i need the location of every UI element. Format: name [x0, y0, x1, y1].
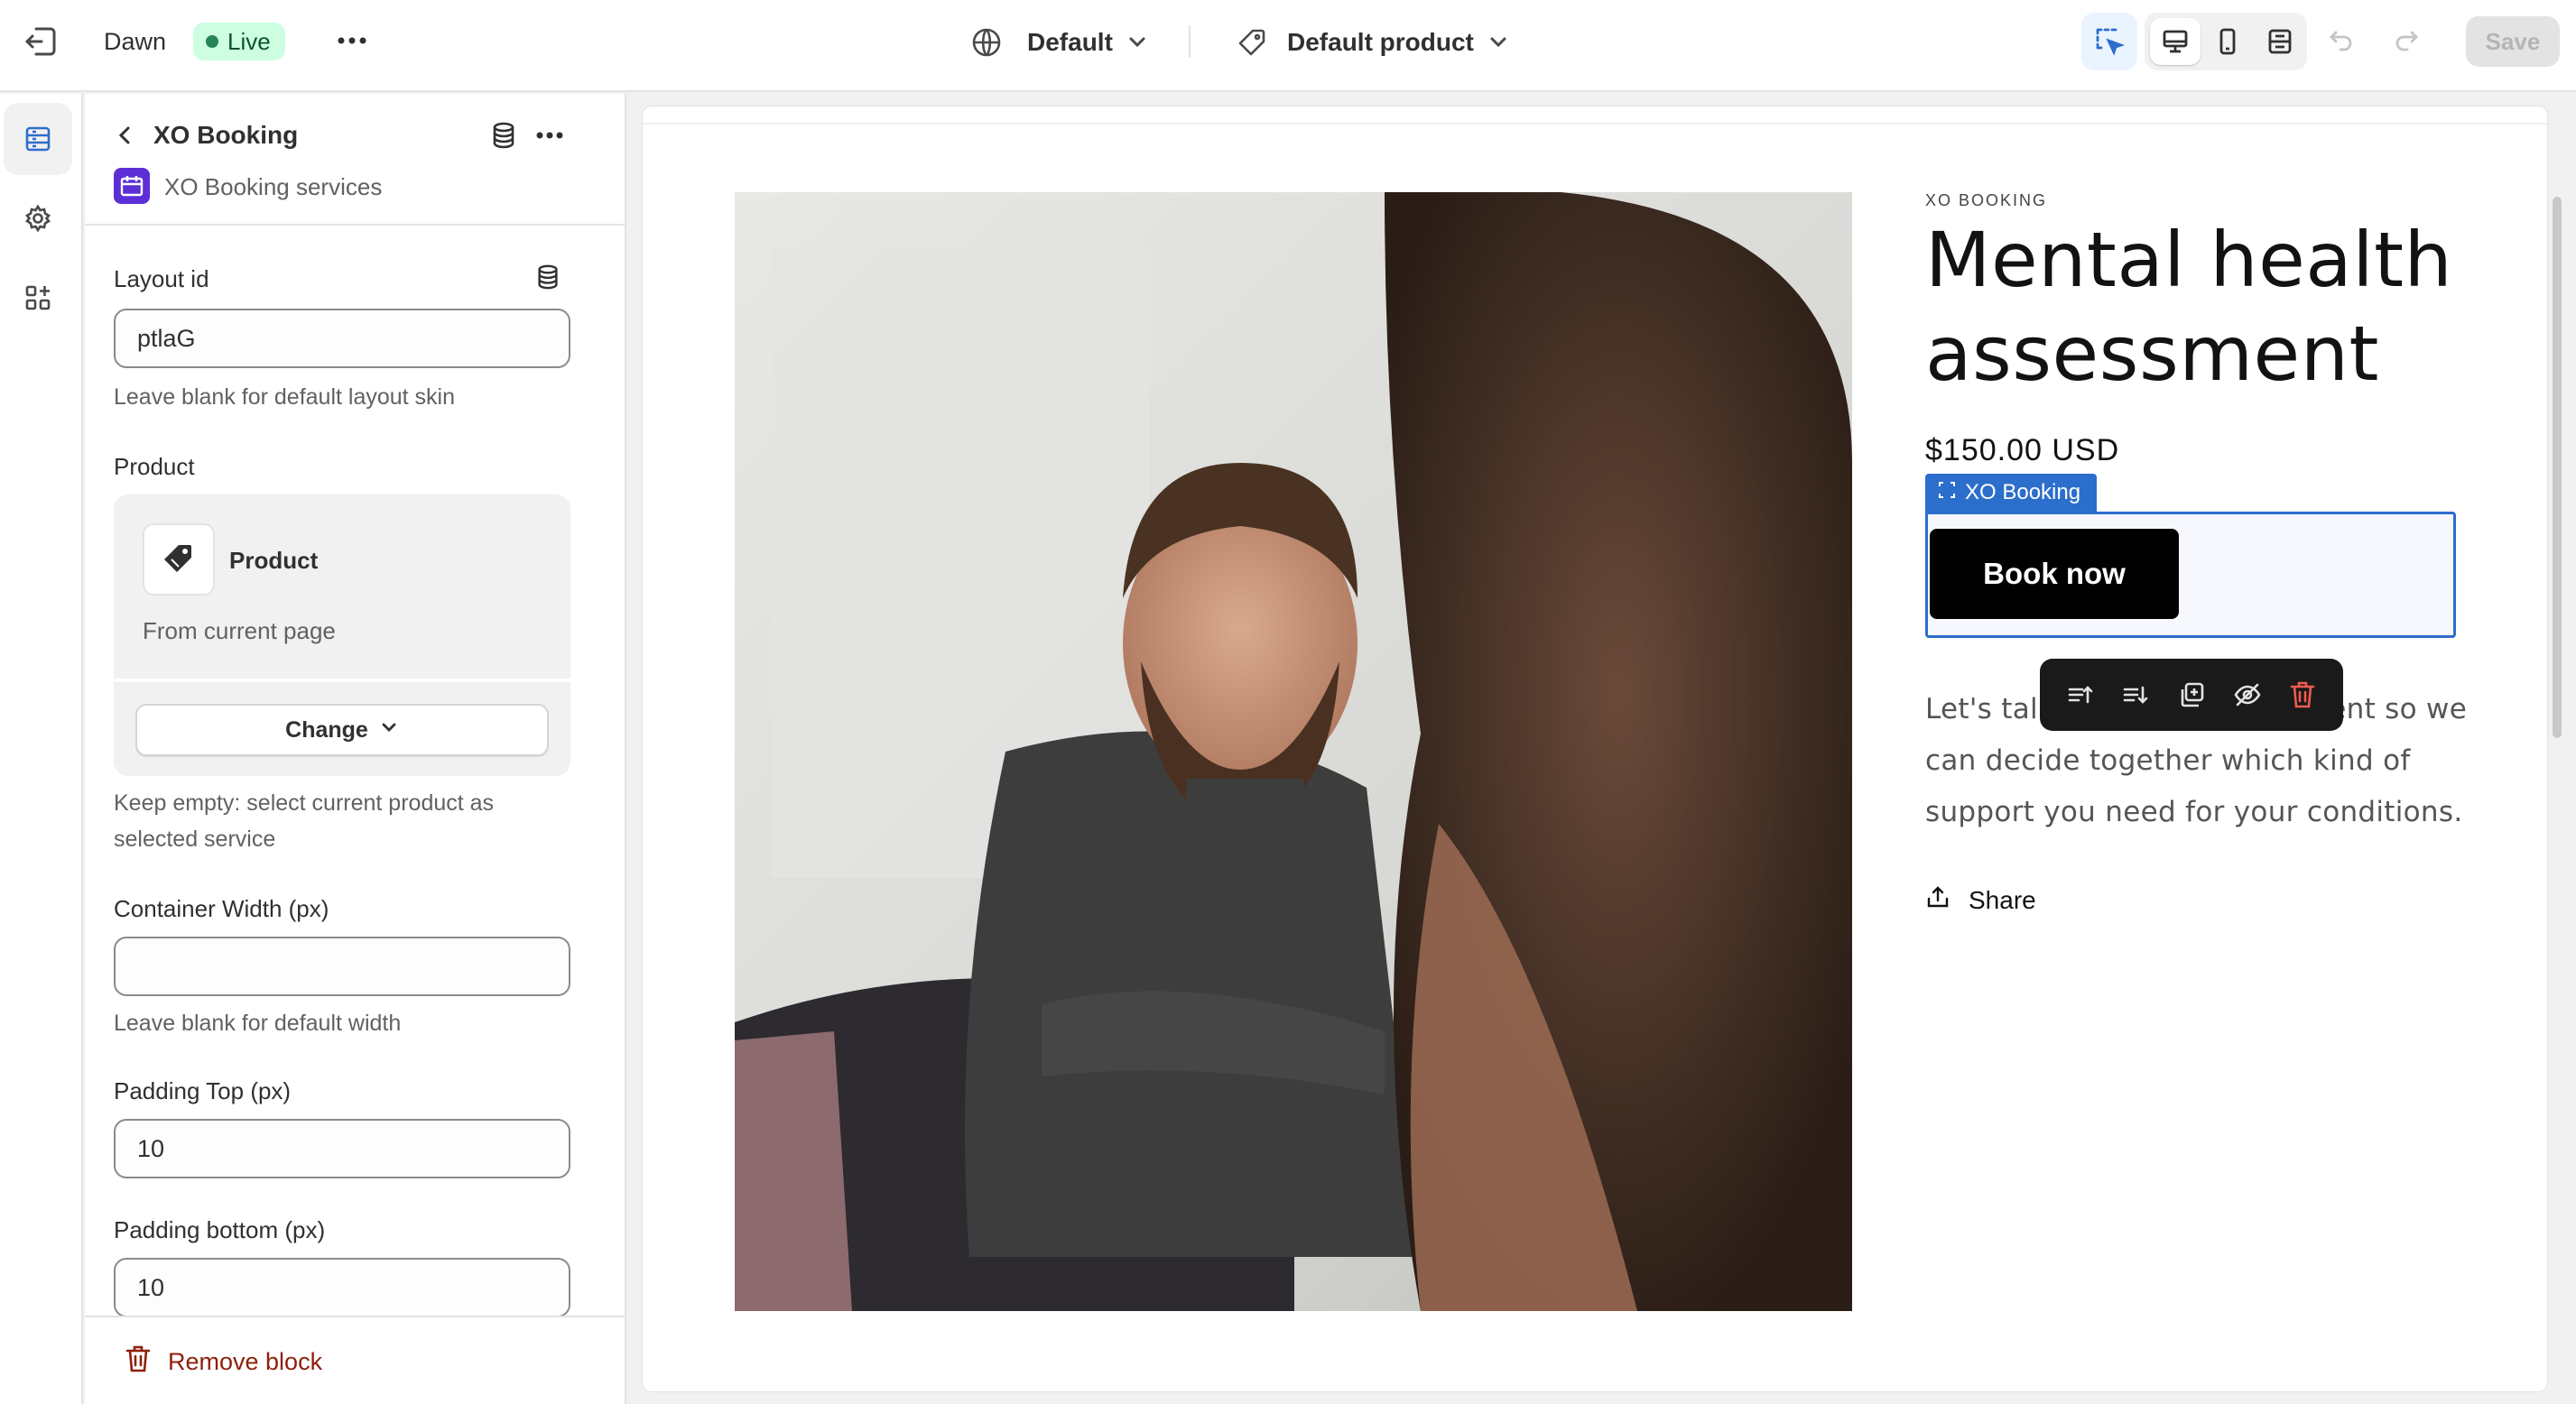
layout-id-input[interactable]: ptlaG [114, 309, 570, 368]
product-selector[interactable]: Default product [1237, 25, 1510, 60]
product-name: Product [229, 547, 319, 574]
change-product-button[interactable]: Change [135, 704, 549, 756]
divider [114, 679, 570, 682]
product-vendor: XO BOOKING [1925, 191, 2048, 209]
canvas-scrollbar[interactable] [2553, 197, 2562, 738]
divider [643, 123, 2547, 125]
product-label: Product [114, 453, 195, 480]
more-horizontal-icon[interactable] [534, 121, 565, 154]
block-frame-icon [1938, 480, 1956, 505]
more-horizontal-icon[interactable] [336, 27, 368, 54]
layout-id-label: Layout id [114, 265, 209, 292]
chevron-down-icon [1487, 31, 1510, 54]
container-width-label: Container Width (px) [114, 895, 329, 922]
dynamic-source-icon[interactable] [534, 263, 561, 295]
select-cursor-icon [2094, 26, 2125, 57]
live-dot-icon [206, 35, 218, 48]
container-width-help: Leave blank for default width [114, 1011, 402, 1036]
remove-block-label: Remove block [168, 1348, 323, 1375]
hide-icon[interactable] [2222, 670, 2273, 720]
sections-icon[interactable] [4, 103, 72, 175]
share-label: Share [1969, 885, 2036, 914]
back-arrow-icon[interactable] [110, 121, 139, 154]
padding-bottom-input[interactable]: 10 [114, 1258, 570, 1317]
product-selector-label: Default product [1287, 28, 1474, 56]
book-now-button[interactable]: Book now [1930, 529, 2179, 619]
product-tag-icon [143, 523, 215, 596]
padding-top-label: Padding Top (px) [114, 1077, 292, 1104]
full-width-view-button[interactable] [2255, 18, 2305, 65]
settings-icon[interactable] [4, 182, 72, 254]
theme-name: Dawn [104, 27, 167, 55]
mobile-icon [2214, 28, 2241, 55]
product-picker-card: Product From current page Change [114, 494, 570, 776]
inspector-toggle-button[interactable] [2081, 13, 2137, 70]
redo-icon[interactable] [2392, 27, 2421, 56]
delete-icon[interactable] [2277, 670, 2328, 720]
share-button[interactable]: Share [1925, 884, 2036, 916]
globe-icon [971, 27, 1002, 58]
panel-footer: Remove block [85, 1316, 625, 1404]
product-source: From current page [143, 617, 336, 644]
padding-top-input[interactable]: 10 [114, 1119, 570, 1178]
padding-bottom-label: Padding bottom (px) [114, 1216, 326, 1243]
exit-icon[interactable] [23, 25, 58, 58]
expand-icon [2266, 28, 2293, 55]
viewport-switcher [2145, 13, 2307, 70]
selected-block-tag[interactable]: XO Booking [1925, 474, 2098, 512]
block-tag-label: XO Booking [1965, 480, 2081, 504]
change-product-label: Change [285, 716, 368, 743]
trash-icon [125, 1344, 152, 1380]
sidebar-rail [0, 94, 83, 1404]
move-down-icon[interactable] [2110, 670, 2161, 720]
chevron-down-icon [379, 717, 399, 744]
status-badge: Live [193, 23, 285, 60]
template-selector[interactable]: Default [971, 25, 1149, 60]
duplicate-icon[interactable] [2166, 670, 2217, 720]
save-button[interactable]: Save [2466, 16, 2560, 67]
layout-id-help: Leave blank for default layout skin [114, 384, 456, 410]
status-label: Live [227, 27, 271, 55]
container-width-input[interactable] [114, 937, 570, 996]
tag-icon [1237, 27, 1267, 58]
product-price: $150.00 USD [1925, 433, 2120, 467]
dynamic-source-icon[interactable] [489, 121, 518, 154]
top-bar: Dawn Live Default Default product Save [0, 0, 2576, 92]
product-help: Keep empty: select current product as se… [114, 790, 495, 852]
desktop-icon [2162, 28, 2189, 55]
mobile-view-button[interactable] [2202, 18, 2253, 65]
product-title: Mental health assessment [1925, 216, 2453, 398]
block-settings-panel: XO Booking XO Booking services Layout id… [85, 94, 626, 1404]
panel-header: XO Booking XO Booking services [85, 94, 625, 226]
share-icon [1925, 884, 1951, 916]
remove-block-button[interactable]: Remove block [125, 1344, 322, 1380]
apps-icon[interactable] [4, 262, 72, 334]
move-up-icon[interactable] [2055, 670, 2106, 720]
undo-icon[interactable] [2327, 27, 2356, 56]
template-selector-label: Default [1027, 28, 1113, 56]
panel-title: XO Booking [153, 121, 299, 149]
chevron-down-icon [1126, 31, 1149, 54]
preview-canvas: XO BOOKING Mental health assessment $150… [643, 106, 2547, 1391]
block-floating-toolbar [2040, 659, 2343, 731]
product-image[interactable] [735, 192, 1852, 1311]
app-icon [114, 168, 150, 204]
app-name: XO Booking services [164, 173, 383, 200]
toolbar-divider [1189, 25, 1191, 58]
desktop-view-button[interactable] [2150, 18, 2201, 65]
